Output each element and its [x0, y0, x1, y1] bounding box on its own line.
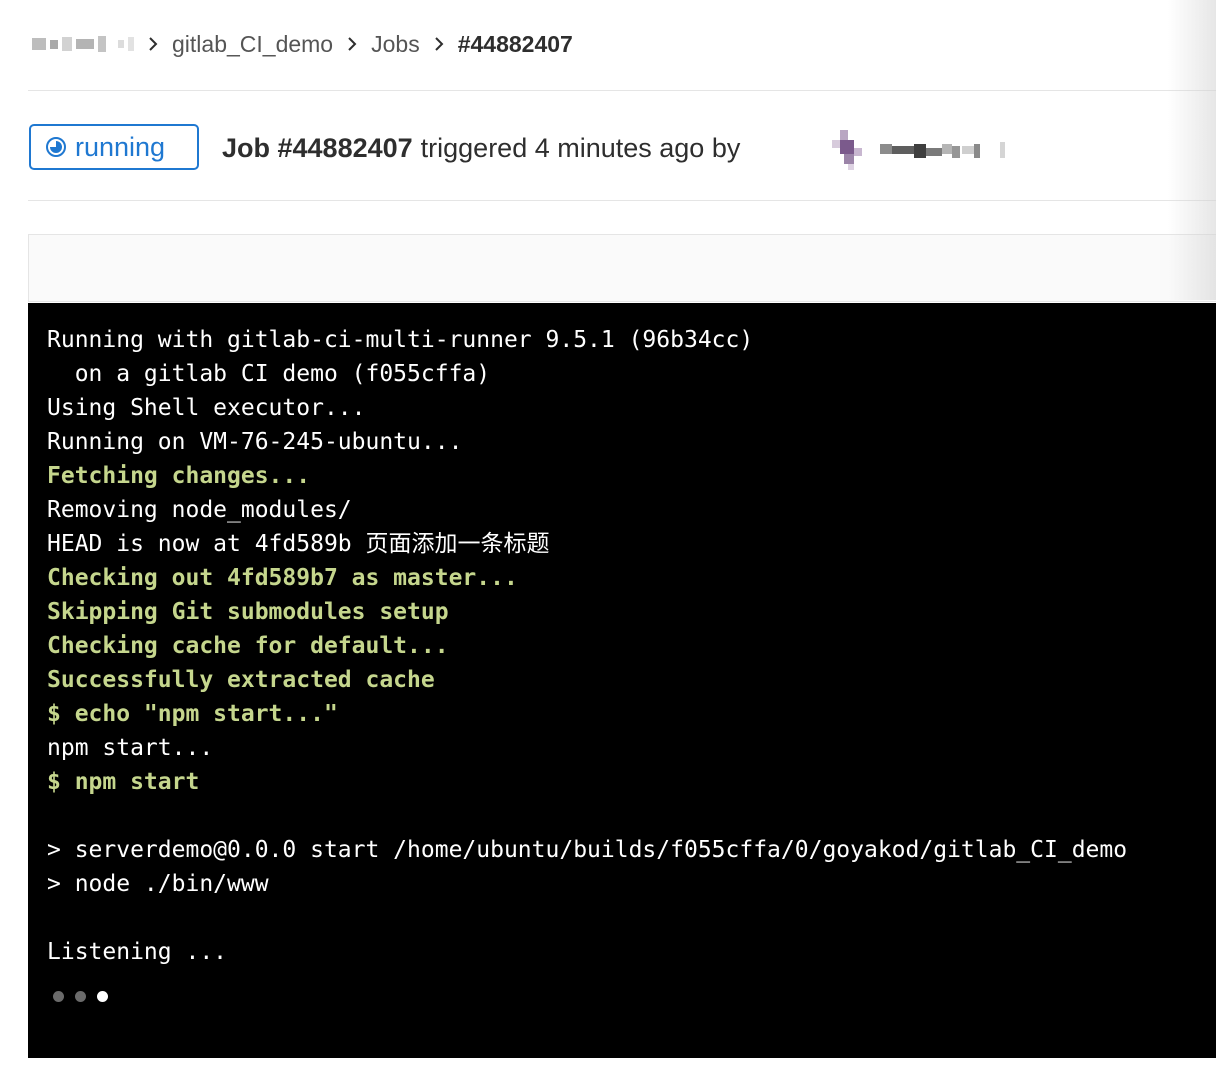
log-line: $ npm start: [47, 769, 200, 795]
user-name[interactable]: [880, 140, 1010, 160]
job-id: Job #44882407: [222, 132, 413, 163]
log-line: Checking out 4fd589b7 as master...: [47, 565, 518, 591]
namespace-link[interactable]: [32, 36, 134, 52]
divider: [28, 200, 1216, 201]
log-line: > node ./bin/www: [47, 871, 269, 897]
loading-dots-icon: [53, 991, 1216, 1002]
status-badge[interactable]: running: [29, 124, 199, 170]
divider: [28, 90, 1216, 91]
job-trigger-text: triggered 4 minutes ago by: [420, 132, 741, 163]
build-log: Running with gitlab-ci-multi-runner 9.5.…: [28, 303, 1216, 1058]
log-lines: Running with gitlab-ci-multi-runner 9.5.…: [47, 323, 1216, 969]
job-page: gitlab_CI_demo Jobs #44882407 running Jo…: [0, 0, 1216, 1092]
log-line: HEAD is now at 4fd589b 页面添加一条标题: [47, 531, 550, 557]
breadcrumb-project-link[interactable]: gitlab_CI_demo: [172, 31, 333, 58]
log-line: Removing node_modules/: [47, 497, 352, 523]
log-line: on a gitlab CI demo (f055cffa): [47, 361, 491, 387]
log-line: > serverdemo@0.0.0 start /home/ubuntu/bu…: [47, 837, 1128, 863]
user-avatar[interactable]: [830, 130, 866, 170]
log-controls-bar: [28, 234, 1216, 302]
log-line: Running on VM-76-245-ubuntu...: [47, 429, 463, 455]
log-line: Fetching changes...: [47, 463, 311, 489]
breadcrumb-jobs-link[interactable]: Jobs: [371, 31, 420, 58]
chevron-right-icon: [434, 37, 444, 51]
log-line: Successfully extracted cache: [47, 667, 435, 693]
log-line: Using Shell executor...: [47, 395, 366, 421]
breadcrumb: gitlab_CI_demo Jobs #44882407: [32, 26, 573, 62]
chevron-right-icon: [148, 37, 158, 51]
breadcrumb-current-job[interactable]: #44882407: [458, 31, 573, 58]
status-label: running: [75, 131, 166, 162]
log-line: Running with gitlab-ci-multi-runner 9.5.…: [47, 327, 754, 353]
log-line: Listening ...: [47, 939, 228, 965]
chevron-right-icon: [347, 37, 357, 51]
log-line: Skipping Git submodules setup: [47, 599, 449, 625]
log-line: npm start...: [47, 735, 214, 761]
job-title: Job #44882407 triggered 4 minutes ago by: [222, 128, 740, 168]
status-running-icon: [46, 137, 66, 157]
log-line: $ echo "npm start...": [47, 701, 338, 727]
log-line: Checking cache for default...: [47, 633, 449, 659]
